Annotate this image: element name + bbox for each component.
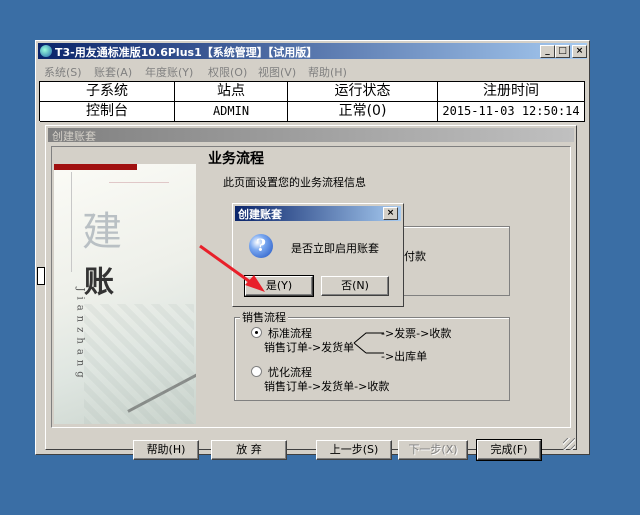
- table-cell-time[interactable]: 2015-11-03 12:50:14: [438, 102, 585, 122]
- next-button[interactable]: 下一步(X): [398, 440, 468, 460]
- sales-group-label: 销售流程: [240, 309, 288, 325]
- page-heading: 业务流程: [208, 151, 264, 167]
- prev-button[interactable]: 上一步(S): [316, 440, 392, 460]
- radio-standard[interactable]: [251, 327, 262, 338]
- main-window-edge: [37, 267, 45, 285]
- cancel-button[interactable]: 放 弃: [211, 440, 287, 460]
- table-cell-subsystem[interactable]: 控制台: [40, 102, 175, 122]
- menu-permission[interactable]: 权限(O): [208, 64, 247, 80]
- banner-line-h: [109, 182, 169, 183]
- app-icon: [40, 45, 52, 57]
- red-arrow-annotation: [199, 244, 265, 292]
- table-cell-site[interactable]: ADMIN: [175, 102, 288, 122]
- standard-flow-bottom: ->出库单: [381, 350, 428, 363]
- menu-account[interactable]: 账套(A): [94, 64, 132, 80]
- radio-optimized[interactable]: [251, 366, 262, 377]
- no-button[interactable]: 否(N): [321, 276, 389, 296]
- standard-flow-top: ->发票->收款: [381, 327, 452, 340]
- table-cell-status[interactable]: 正常(0): [288, 102, 438, 122]
- maximize-button[interactable]: □: [555, 45, 570, 58]
- dialog-message: 是否立即启用账套: [291, 242, 379, 255]
- menu-help[interactable]: 帮助(H): [308, 64, 347, 80]
- dialog-titlebar[interactable]: 创建账套 ×: [235, 206, 401, 221]
- col-header-subsystem[interactable]: 子系统: [40, 82, 175, 102]
- dialog-title: 创建账套: [238, 208, 282, 221]
- finish-button[interactable]: 完成(F): [476, 439, 542, 461]
- resize-grip[interactable]: [563, 438, 575, 450]
- standard-flow-left: 销售订单->发货单: [264, 341, 355, 354]
- wizard-titlebar[interactable]: 创建账套: [48, 128, 574, 143]
- page-description: 此页面设置您的业务流程信息: [223, 176, 366, 189]
- menu-system[interactable]: 系统(S): [44, 64, 82, 80]
- menu-year-account[interactable]: 年度账(Y): [145, 64, 193, 80]
- banner-char-zhang: 账: [84, 265, 114, 300]
- main-titlebar[interactable]: T3-用友通标准版10.6Plus1【系统管理】【试用版】 _ □ ×: [38, 43, 587, 59]
- banner-watermark: [84, 304, 194, 424]
- help-button[interactable]: 帮助(H): [133, 440, 199, 460]
- menu-view[interactable]: 视图(V): [258, 64, 296, 80]
- close-button[interactable]: ×: [572, 45, 587, 58]
- banner-red-bar: [54, 164, 137, 170]
- col-header-status[interactable]: 运行状态: [288, 82, 438, 102]
- banner-char-jian: 建: [82, 209, 122, 255]
- wizard-title: 创建账套: [52, 130, 96, 143]
- col-header-site[interactable]: 站点: [175, 82, 288, 102]
- optimized-flow-text: 销售订单->发货单->收款: [264, 380, 390, 393]
- minimize-button[interactable]: _: [540, 45, 555, 58]
- status-table: 子系统 站点 运行状态 注册时间 控制台 ADMIN 正常(0) 2015-11…: [39, 81, 585, 122]
- banner-line: [71, 172, 72, 272]
- upper-group-text: 付款: [404, 250, 426, 263]
- window-title: T3-用友通标准版10.6Plus1【系统管理】【试用版】: [55, 46, 318, 59]
- dialog-close-button[interactable]: ×: [383, 207, 398, 220]
- menu-bar: 系统(S) 账套(A) 年度账(Y) 权限(O) 视图(V) 帮助(H): [38, 61, 587, 79]
- banner-image: 建 账 Jianzhang: [54, 164, 196, 424]
- col-header-time[interactable]: 注册时间: [438, 82, 585, 102]
